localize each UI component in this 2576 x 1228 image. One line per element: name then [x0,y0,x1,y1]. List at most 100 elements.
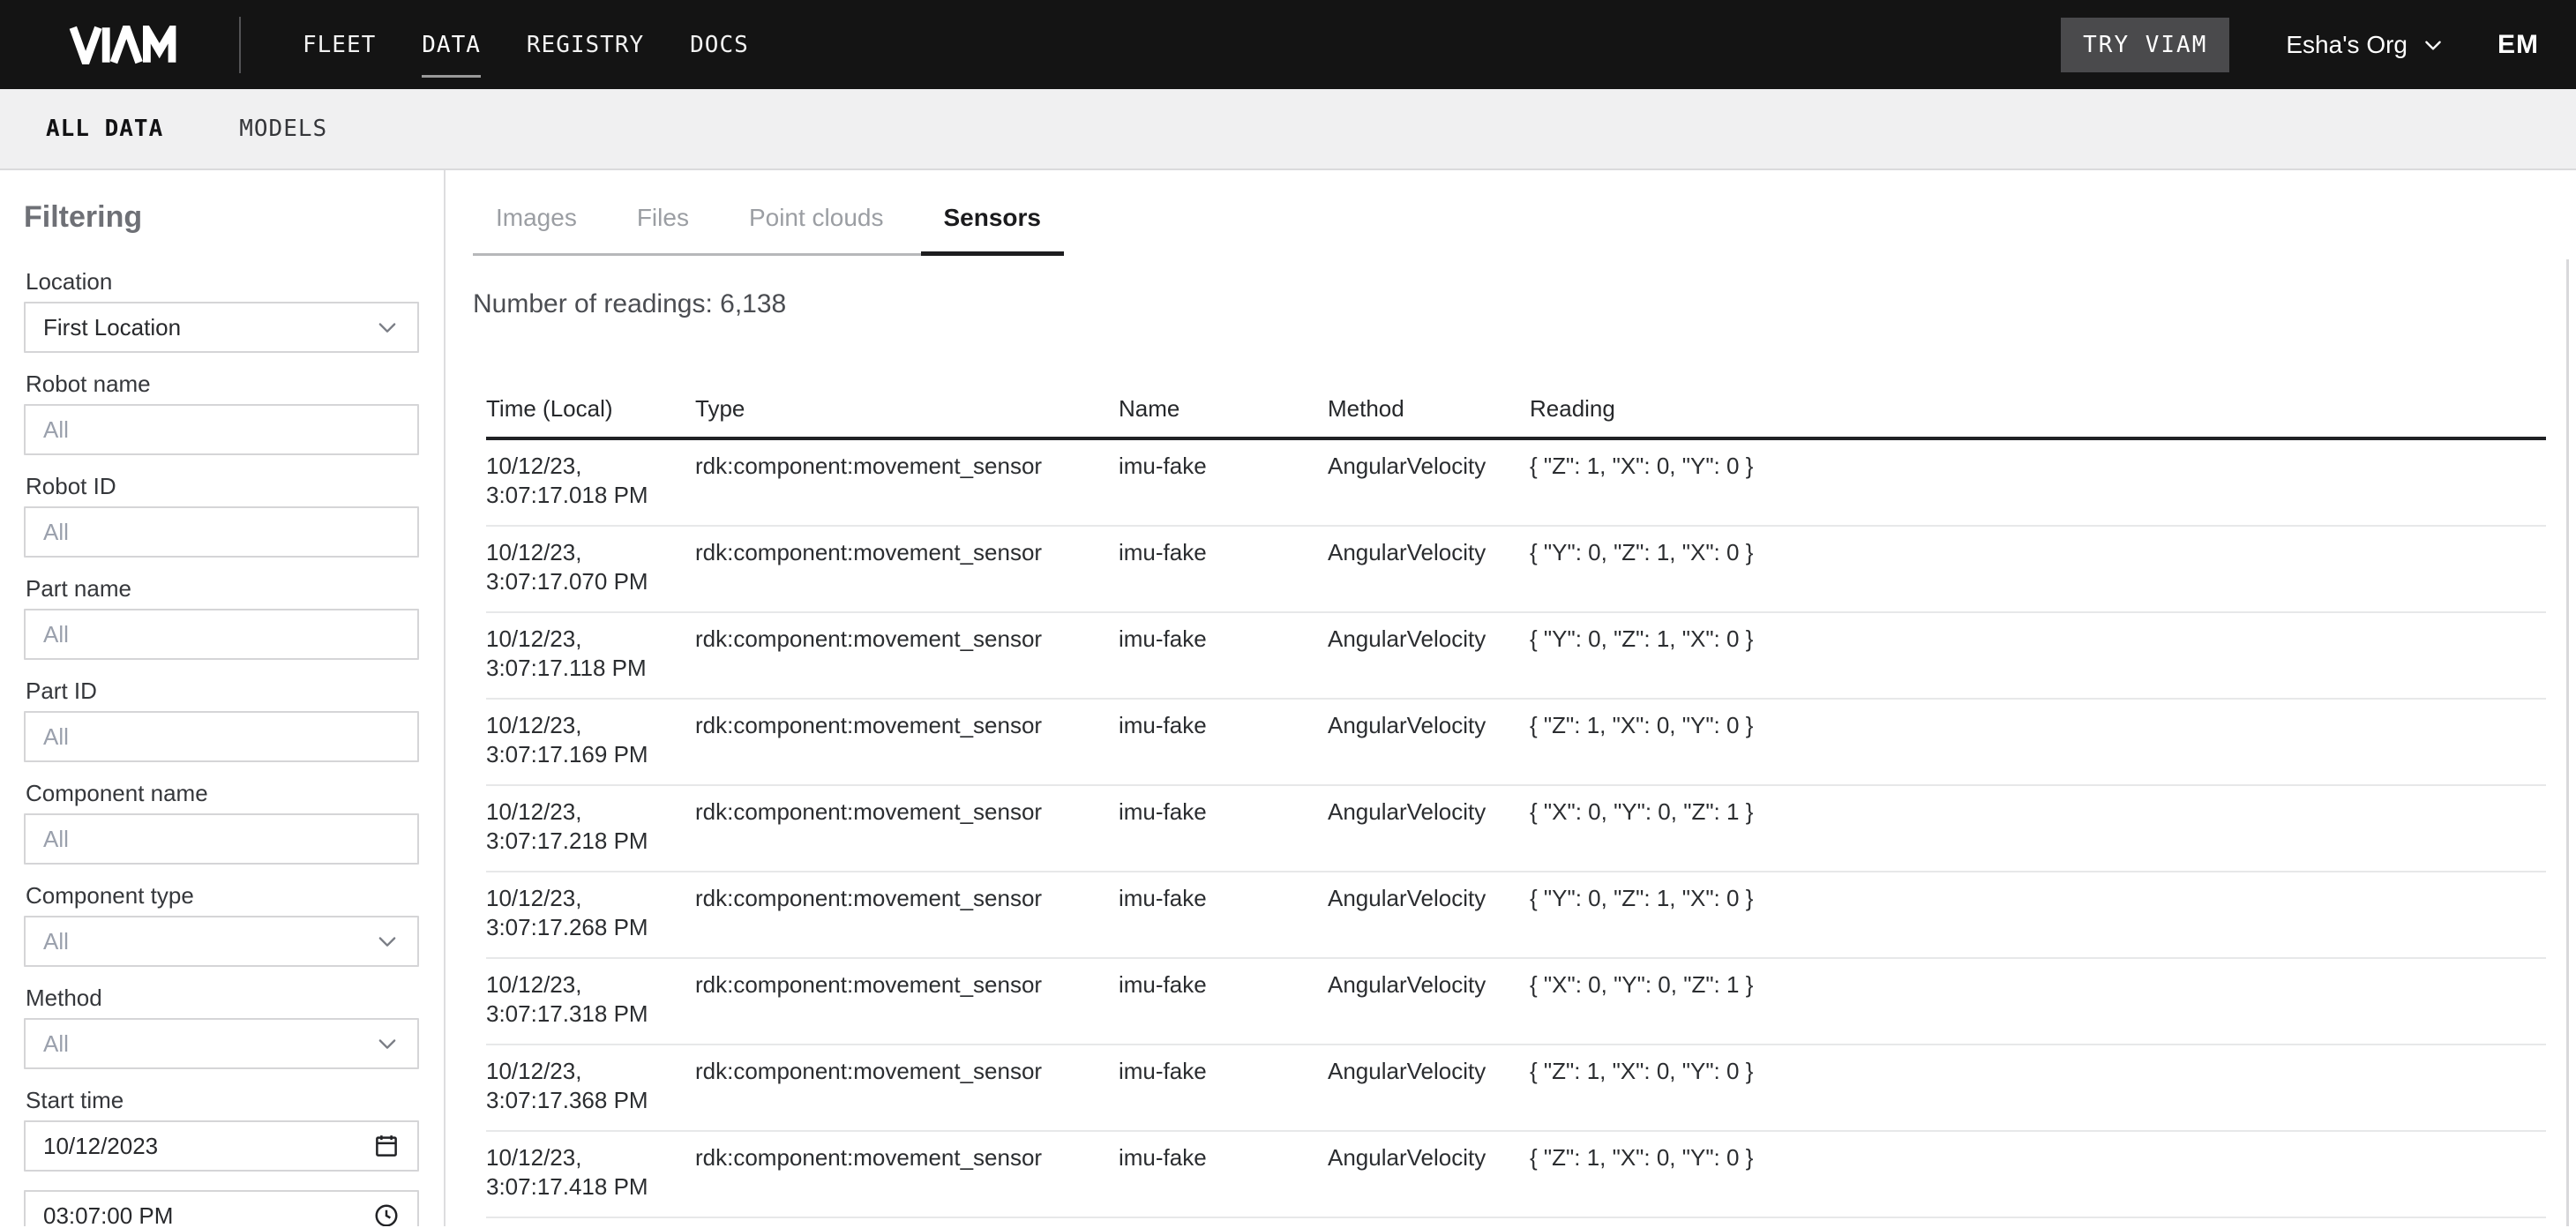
data-type-tabs: Images Files Point clouds Sensors [473,170,1064,256]
tab-sensors[interactable]: Sensors [921,170,1065,256]
viam-logo-icon [57,26,190,64]
time-date-line: 10/12/23, [486,797,695,827]
type-cell: rdk:component:movement_sensor [695,786,1119,871]
part-id-field: Part ID [24,678,419,762]
time-cell: 10/12/23, 3:07:17.169 PM [486,700,695,784]
scrollbar[interactable] [2566,259,2569,1226]
name-cell: imu-fake [1119,1045,1328,1130]
time-date-line: 10/12/23, [486,452,695,481]
method-cell: AngularVelocity [1328,700,1530,784]
time-cell: 10/12/23, 3:07:17.070 PM [486,527,695,611]
type-cell: rdk:component:movement_sensor [695,527,1119,611]
location-select[interactable]: First Location [24,302,419,353]
type-cell: rdk:component:movement_sensor [695,613,1119,698]
top-nav: FLEET DATA REGISTRY DOCS TRY VIAM Esha's… [0,0,2576,89]
table-row[interactable]: 10/12/23, 3:07:17.018 PM rdk:component:m… [486,440,2546,527]
time-clock-line: 3:07:17.118 PM [486,654,695,683]
start-date-value: 10/12/2023 [43,1133,158,1160]
tab-models[interactable]: MODELS [239,116,327,142]
component-type-select-value: All [43,928,69,955]
nav-item-data[interactable]: DATA [422,32,481,58]
filter-sidebar: Filtering Location First Location Robot … [0,170,446,1226]
name-cell: imu-fake [1119,872,1328,957]
type-cell: rdk:component:movement_sensor [695,872,1119,957]
type-cell: rdk:component:movement_sensor [695,1045,1119,1130]
chevron-down-icon [375,315,400,340]
table-header-row: Time (Local) Type Name Method Reading [486,380,2546,440]
time-date-line: 10/12/23, [486,1057,695,1086]
primary-nav: FLEET DATA REGISTRY DOCS [303,32,749,58]
filtering-title: Filtering [24,199,419,235]
reading-cell: { "Z": 1, "X": 0, "Y": 0 } [1530,700,2546,784]
table-row[interactable]: 10/12/23, 3:07:17.070 PM rdk:component:m… [486,527,2546,613]
method-cell: AngularVelocity [1328,1132,1530,1217]
try-viam-button[interactable]: TRY VIAM [2061,18,2229,72]
table-row[interactable]: 10/12/23, 3:07:17.169 PM rdk:component:m… [486,700,2546,786]
tab-files[interactable]: Files [614,170,712,256]
time-cell: 10/12/23, 3:07:17.418 PM [486,1132,695,1217]
method-cell: AngularVelocity [1328,613,1530,698]
reading-cell: { "Z": 1, "X": 0, "Y": 0 } [1530,1045,2546,1130]
org-name: Esha's Org [2286,31,2408,59]
nav-item-docs[interactable]: DOCS [690,32,749,58]
type-cell: rdk:component:movement_sensor [695,700,1119,784]
table-row[interactable]: 10/12/23, 3:07:17.418 PM rdk:component:m… [486,1132,2546,1218]
nav-divider [239,17,241,73]
type-cell: rdk:component:movement_sensor [695,1132,1119,1217]
part-name-input[interactable] [24,609,419,660]
part-id-input[interactable] [24,711,419,762]
time-clock-line: 3:07:17.218 PM [486,827,695,856]
reading-cell: { "Y": 0, "Z": 1, "X": 0 } [1530,613,2546,698]
nav-item-registry[interactable]: REGISTRY [527,32,644,58]
tab-point-clouds[interactable]: Point clouds [726,170,907,256]
start-clock-input[interactable]: 03:07:00 PM [24,1190,419,1226]
time-date-line: 10/12/23, [486,711,695,740]
user-avatar[interactable]: EM [2497,30,2539,60]
method-field: Method All [24,985,419,1069]
column-header-method: Method [1328,395,1530,423]
readings-count: Number of readings: 6,138 [473,289,2576,319]
time-clock-line: 3:07:17.268 PM [486,913,695,942]
table-row[interactable]: 10/12/23, 3:07:17.118 PM rdk:component:m… [486,613,2546,700]
chevron-down-icon [375,1031,400,1056]
robot-id-input[interactable] [24,506,419,558]
robot-id-field: Robot ID [24,474,419,558]
table-row[interactable]: 10/12/23, 3:07:17.218 PM rdk:component:m… [486,786,2546,872]
table-row[interactable]: 10/12/23, 3:07:17.268 PM rdk:component:m… [486,872,2546,959]
time-cell: 10/12/23, 3:07:17.018 PM [486,440,695,525]
reading-cell: { "Z": 1, "X": 0, "Y": 0 } [1530,440,2546,525]
calendar-icon [373,1133,400,1159]
component-type-label: Component type [26,883,419,908]
column-header-name: Name [1119,395,1328,423]
method-cell: AngularVelocity [1328,527,1530,611]
robot-name-input[interactable] [24,404,419,455]
table-row[interactable]: 10/12/23, 3:07:17.318 PM rdk:component:m… [486,959,2546,1045]
start-date-input[interactable]: 10/12/2023 [24,1120,419,1172]
component-type-select[interactable]: All [24,916,419,967]
component-name-input[interactable] [24,813,419,865]
time-date-line: 10/12/23, [486,1143,695,1172]
start-clock-value: 03:07:00 PM [43,1202,173,1227]
time-clock-line: 3:07:17.018 PM [486,481,695,510]
start-clock-field: 03:07:00 PM [24,1190,419,1226]
time-cell: 10/12/23, 3:07:17.118 PM [486,613,695,698]
method-select[interactable]: All [24,1018,419,1069]
method-cell: AngularVelocity [1328,872,1530,957]
time-clock-line: 3:07:17.368 PM [486,1086,695,1115]
component-name-field: Component name [24,781,419,865]
table-row[interactable]: 10/12/23, 3:07:17.368 PM rdk:component:m… [486,1045,2546,1132]
tab-images[interactable]: Images [473,170,600,256]
viam-logo[interactable] [57,26,190,64]
org-switcher[interactable]: Esha's Org [2286,31,2445,59]
name-cell: imu-fake [1119,613,1328,698]
method-cell: AngularVelocity [1328,786,1530,871]
sub-nav: ALL DATA MODELS [0,89,2576,170]
nav-item-fleet[interactable]: FLEET [303,32,376,58]
method-select-value: All [43,1030,69,1058]
location-label: Location [26,269,419,294]
reading-cell: { "Y": 0, "Z": 1, "X": 0 } [1530,527,2546,611]
time-clock-line: 3:07:17.169 PM [486,740,695,769]
location-select-value: First Location [43,314,181,341]
tab-all-data[interactable]: ALL DATA [46,116,163,142]
content-area: Filtering Location First Location Robot … [0,170,2576,1226]
